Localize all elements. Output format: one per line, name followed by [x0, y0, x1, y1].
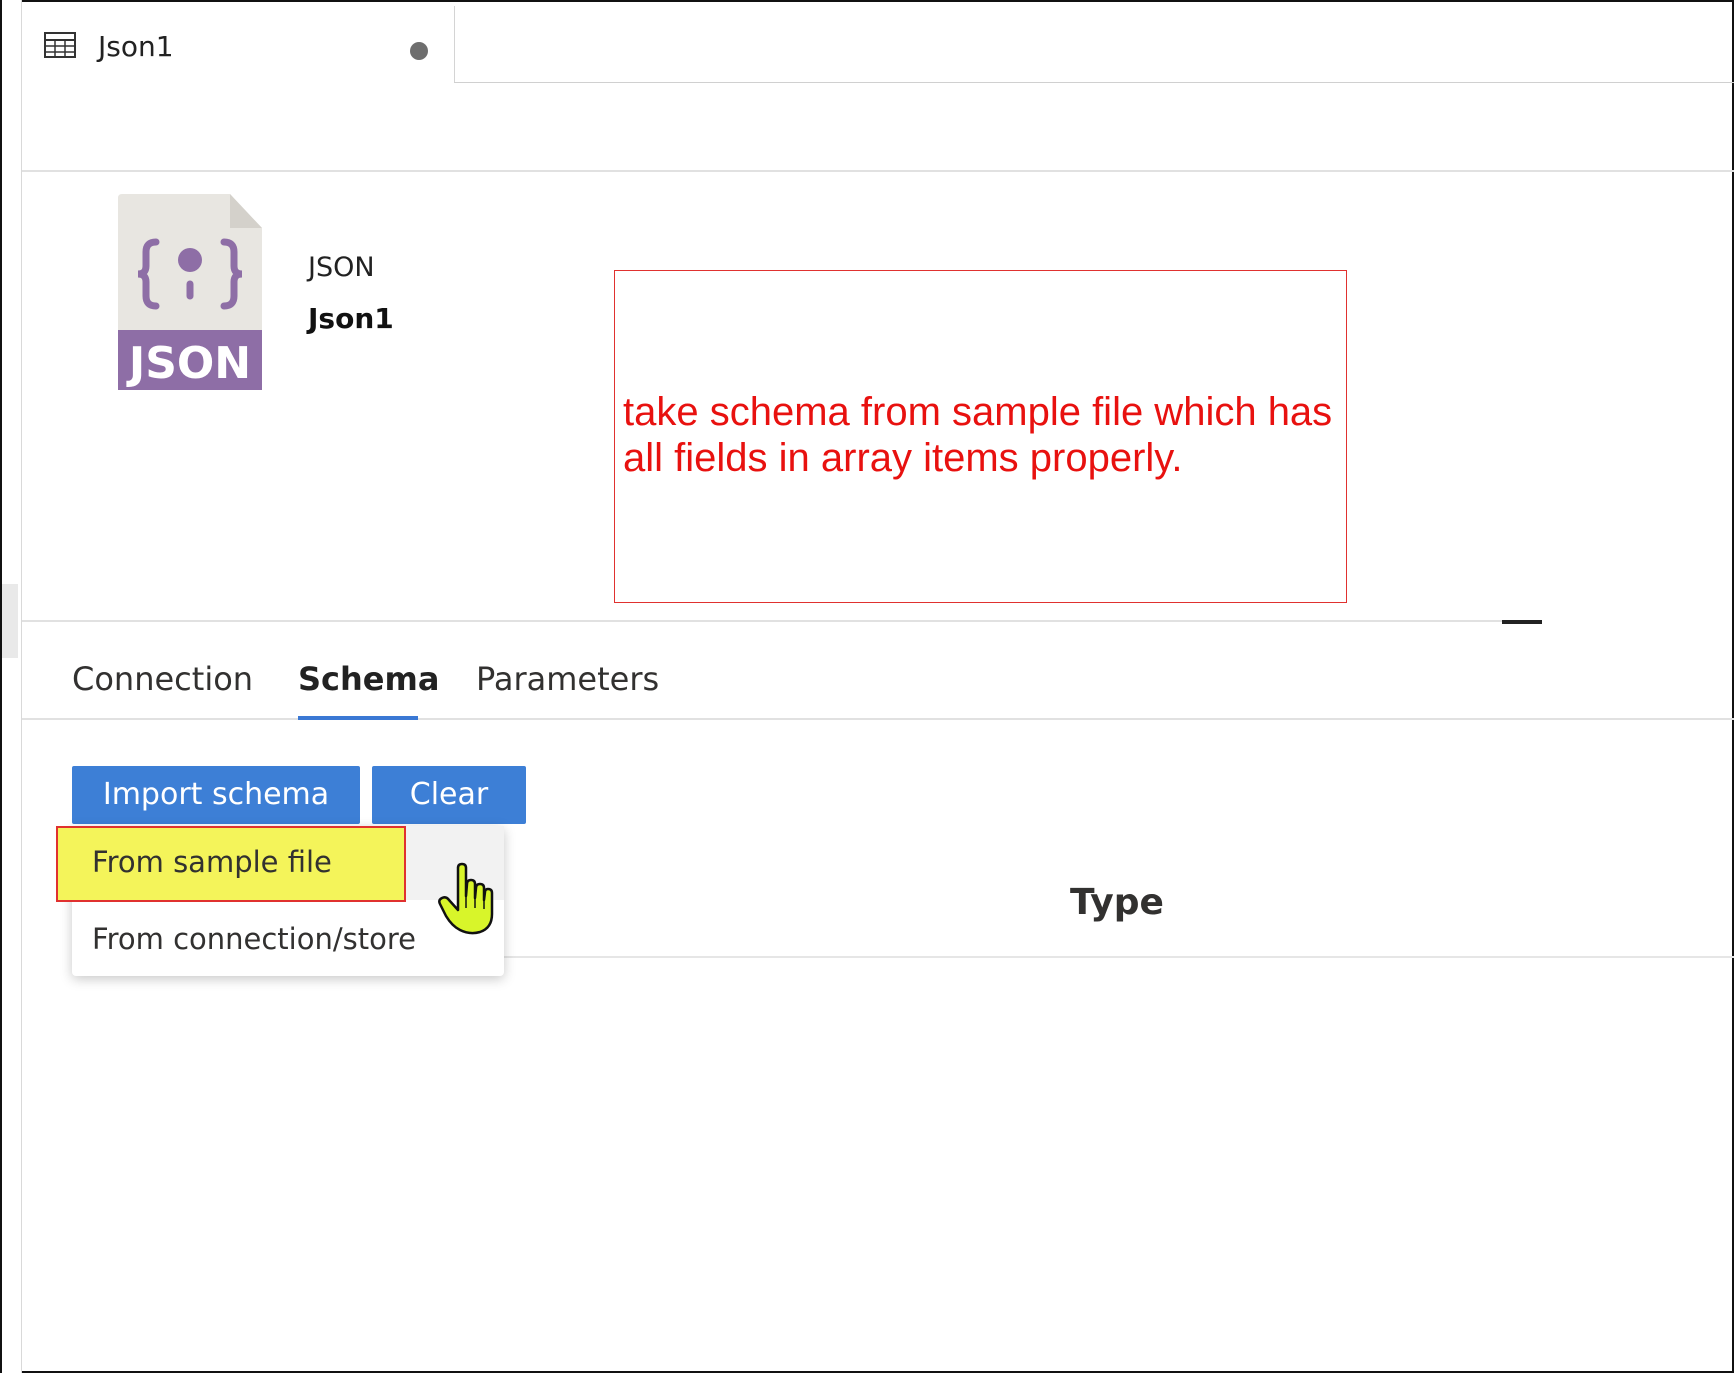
tab-connection[interactable]: Connection — [72, 660, 253, 698]
menu-item-label[interactable]: From sample file — [92, 845, 332, 879]
unsaved-dot-icon — [410, 42, 428, 60]
active-tab-indicator — [298, 716, 418, 720]
header-divider — [470, 956, 1734, 958]
menu-item-label: From connection/store — [92, 922, 416, 956]
dataset-type: JSON — [308, 252, 375, 283]
clear-button[interactable]: Clear — [372, 766, 526, 824]
tab-parameters[interactable]: Parameters — [476, 660, 659, 698]
tab-schema[interactable]: Schema — [298, 660, 439, 698]
tabs-divider — [22, 718, 1734, 720]
tab-json1[interactable]: Json1 — [22, 6, 455, 82]
table-icon — [44, 32, 76, 58]
panel-divider — [22, 620, 1502, 622]
left-rail — [2, 0, 22, 1373]
toolbar-divider — [22, 170, 1734, 172]
hand-cursor-icon — [438, 862, 494, 935]
tab-title: Json1 — [98, 30, 174, 63]
minimize-icon[interactable] — [1502, 620, 1542, 624]
collapse-handle[interactable] — [2, 584, 18, 658]
import-schema-button[interactable]: Import schema — [72, 766, 360, 824]
json-file-icon: JSON — [118, 194, 262, 390]
dataset-name: Json1 — [308, 302, 394, 335]
tabbar-divider — [454, 82, 1734, 83]
type-column-header: Type — [1070, 882, 1164, 923]
annotation-text: take schema from sample file which has a… — [623, 390, 1333, 480]
annotation-callout: take schema from sample file which has a… — [614, 270, 1347, 603]
json-badge: JSON — [126, 338, 251, 389]
